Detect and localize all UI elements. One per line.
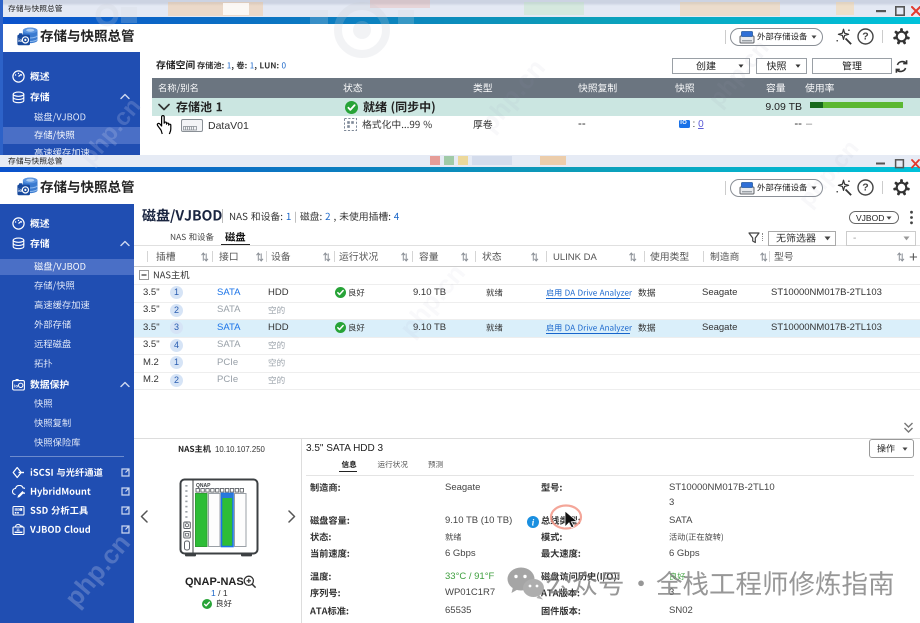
svg-text:11: 11 xyxy=(16,528,20,532)
svg-text:?: ? xyxy=(862,31,868,43)
svg-text:io: io xyxy=(18,188,22,193)
svg-text:io: io xyxy=(14,383,18,388)
svg-text:?: ? xyxy=(862,182,868,194)
svg-text:io: io xyxy=(18,38,22,43)
svg-text:SSD: SSD xyxy=(15,508,20,512)
